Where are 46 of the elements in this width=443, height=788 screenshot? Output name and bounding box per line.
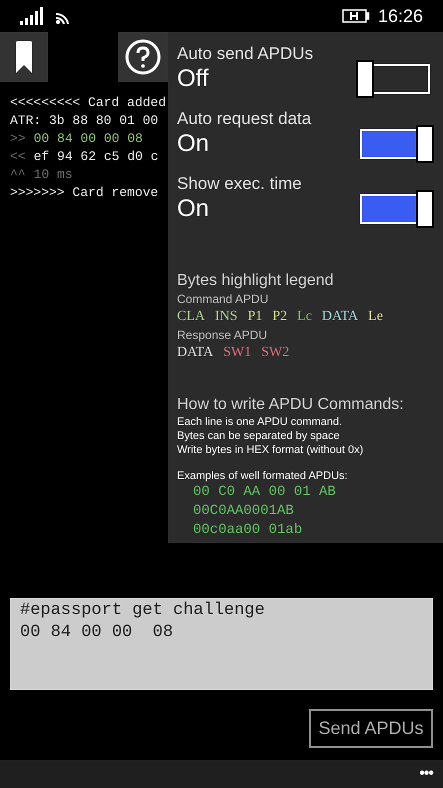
more-button[interactable]: ••• — [419, 766, 433, 782]
legend-byte: P1 — [248, 308, 262, 326]
legend-byte: SW1 — [223, 344, 252, 362]
signal-icon — [20, 7, 46, 25]
log-line: ef 94 62 c5 d0 c — [34, 148, 158, 166]
legend-byte: P2 — [272, 308, 288, 326]
battery-icon — [342, 8, 370, 24]
example-apdu: 00 C0 AA 00 01 AB — [192, 483, 337, 502]
legend-byte: Le — [368, 308, 383, 326]
clock-time: 16:26 — [378, 4, 423, 28]
toggle-state: On — [177, 129, 210, 159]
send-apdus-button[interactable]: Send APDUs — [309, 709, 433, 748]
log-prefix: << — [10, 148, 26, 166]
legend-title: Bytes highlight legend — [177, 271, 335, 291]
log-line: ATR: 3b 88 80 01 00 — [10, 112, 158, 130]
examples-title: Examples of well formated APDUs: — [177, 469, 349, 483]
legend-byte: INS — [215, 308, 238, 326]
legend-byte: CLA — [177, 308, 205, 326]
help-button[interactable] — [118, 32, 168, 82]
example-apdu: 00c0aa00 01ab — [192, 521, 304, 540]
bookmark-button[interactable] — [0, 32, 48, 82]
toggle-label: Auto send APDUs — [177, 44, 314, 64]
log-prefix: ^^ — [10, 166, 26, 184]
help-icon — [125, 39, 161, 75]
toggle-state: On — [177, 194, 210, 224]
howto-text: Write bytes in HEX format (without 0x) — [177, 443, 364, 457]
log-prefix: >> — [10, 130, 26, 148]
legend-byte: Lc — [297, 308, 312, 326]
log-line: 10 ms — [34, 166, 73, 184]
toggle-label: Show exec. time — [177, 174, 303, 194]
apdu-input-field[interactable]: #epassport get challenge 00 84 00 00 08 — [10, 598, 433, 690]
log-line: >>>>>>> Card remove — [10, 184, 158, 202]
legend-subtitle: Command APDU — [177, 291, 270, 307]
howto-title: How to write APDU Commands: — [177, 395, 405, 415]
bookmark-icon — [14, 40, 34, 74]
howto-text: Bytes can be separated by space — [177, 429, 341, 443]
log-line: <<<<<<<<< Card added — [10, 94, 166, 112]
legend-byte: DATA — [322, 308, 358, 326]
legend-byte: SW2 — [261, 344, 290, 362]
howto-text: Each line is one APDU command. — [177, 415, 344, 429]
legend-subtitle: Response APDU — [177, 327, 268, 343]
legend-byte: DATA — [177, 344, 214, 362]
toggle-label: Auto request data — [177, 109, 312, 129]
log-line: 00 84 00 00 08 — [34, 130, 143, 148]
toggle-state: Off — [177, 64, 209, 94]
example-apdu: 00C0AA0001AB — [192, 502, 295, 521]
